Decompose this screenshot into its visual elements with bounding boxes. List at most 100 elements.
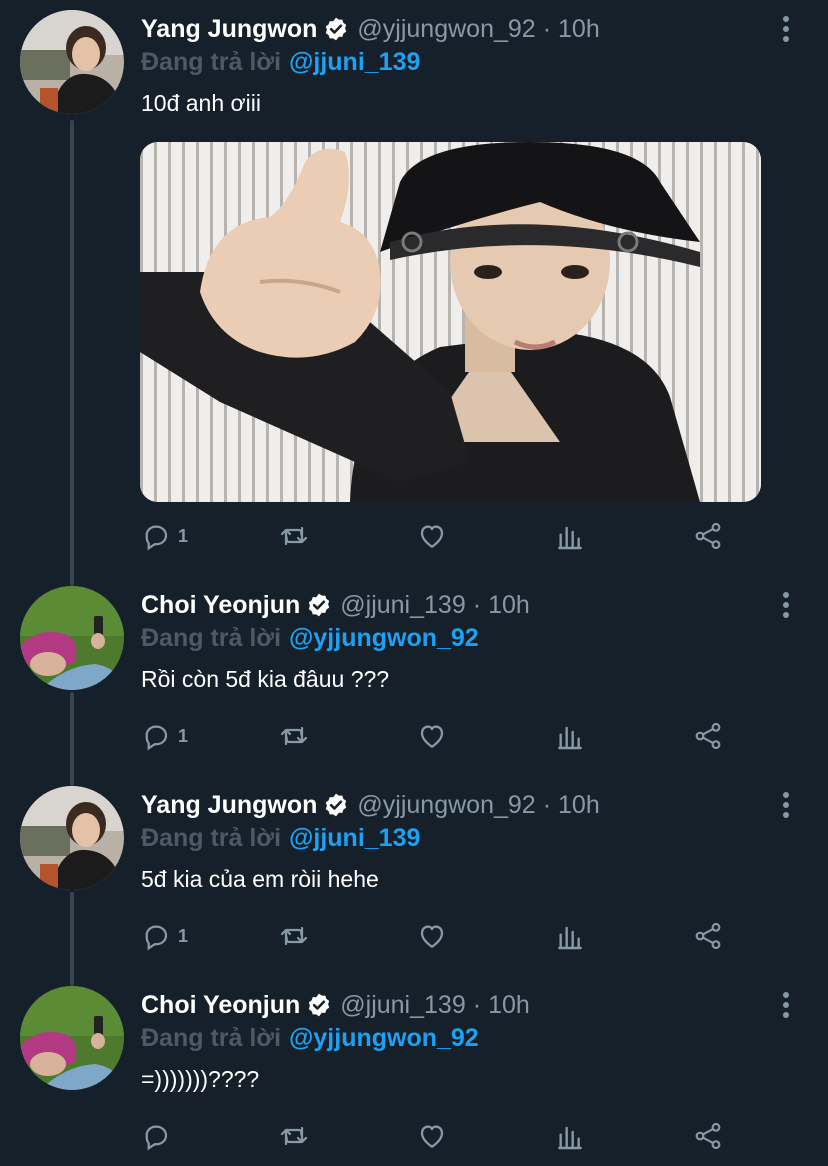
tweet-text: Rồi còn 5đ kia đâuu ??? xyxy=(141,666,390,692)
retweet-icon xyxy=(278,920,310,952)
tweet[interactable]: Choi Yeonjun @jjuni_139 · 10h Đang trả l… xyxy=(0,580,828,780)
user-handle[interactable]: @yjjungwon_92 xyxy=(357,791,535,820)
analytics-icon xyxy=(554,920,586,952)
replying-to-label: Đang trả lời xyxy=(141,823,282,852)
reply-icon xyxy=(140,920,172,952)
retweet-button[interactable] xyxy=(278,1116,310,1156)
reply-button[interactable]: 1 xyxy=(140,716,188,756)
analytics-button[interactable] xyxy=(554,516,586,556)
timestamp[interactable]: 10h xyxy=(558,791,600,820)
like-icon xyxy=(416,520,448,552)
tweet-text: 10đ anh ơiii xyxy=(141,90,261,116)
verified-badge-icon xyxy=(323,16,349,42)
more-options-icon[interactable] xyxy=(772,985,800,1025)
avatar[interactable] xyxy=(20,986,124,1090)
separator-dot: · xyxy=(542,790,552,819)
replying-to: Đang trả lời @yjjungwon_92 xyxy=(141,1021,479,1055)
tweet-header: Choi Yeonjun @jjuni_139 · 10h xyxy=(141,588,530,622)
tweet-header: Choi Yeonjun @jjuni_139 · 10h xyxy=(141,988,530,1022)
reply-count: 1 xyxy=(178,525,189,546)
like-button[interactable] xyxy=(416,716,448,756)
timestamp[interactable]: 10h xyxy=(488,591,530,620)
tweet[interactable]: Choi Yeonjun @jjuni_139 · 10h Đang trả l… xyxy=(0,980,828,1166)
display-name[interactable]: Choi Yeonjun xyxy=(141,591,300,620)
mention-link[interactable]: @jjuni_139 xyxy=(289,824,420,853)
retweet-button[interactable] xyxy=(278,716,310,756)
avatar[interactable] xyxy=(20,586,124,690)
reply-icon xyxy=(140,520,172,552)
share-button[interactable] xyxy=(692,716,724,756)
tweet-image[interactable] xyxy=(140,142,761,502)
retweet-icon xyxy=(278,520,310,552)
mention-link[interactable]: @jjuni_139 xyxy=(289,48,420,77)
share-icon xyxy=(692,720,724,752)
like-button[interactable] xyxy=(416,1116,448,1156)
more-options-icon[interactable] xyxy=(772,9,800,49)
separator-dot: · xyxy=(472,590,482,619)
like-icon xyxy=(416,1120,448,1152)
more-options-icon[interactable] xyxy=(772,785,800,825)
share-icon xyxy=(692,920,724,952)
timestamp[interactable]: 10h xyxy=(488,991,530,1020)
avatar[interactable] xyxy=(20,786,124,890)
share-icon xyxy=(692,520,724,552)
verified-badge-icon xyxy=(323,792,349,818)
mention-link[interactable]: @yjjungwon_92 xyxy=(289,624,479,653)
replying-to: Đang trả lời @jjuni_139 xyxy=(141,45,420,79)
like-button[interactable] xyxy=(416,916,448,956)
tweet-actions xyxy=(140,1116,740,1156)
tweet-text: =)))))))???? xyxy=(141,1066,260,1092)
analytics-button[interactable] xyxy=(554,716,586,756)
analytics-icon xyxy=(554,1120,586,1152)
replying-to-label: Đang trả lời xyxy=(141,1023,282,1052)
analytics-icon xyxy=(554,720,586,752)
reply-button[interactable]: 1 xyxy=(140,916,188,956)
tweet-header: Yang Jungwon @yjjungwon_92 · 10h xyxy=(141,788,600,822)
reply-icon xyxy=(140,1120,172,1152)
retweet-button[interactable] xyxy=(278,916,310,956)
mention-link[interactable]: @yjjungwon_92 xyxy=(289,1024,479,1053)
retweet-icon xyxy=(278,720,310,752)
verified-badge-icon xyxy=(306,992,332,1018)
like-icon xyxy=(416,920,448,952)
analytics-icon xyxy=(554,520,586,552)
share-button[interactable] xyxy=(692,1116,724,1156)
share-button[interactable] xyxy=(692,916,724,956)
share-button[interactable] xyxy=(692,516,724,556)
tweet-actions: 1 xyxy=(140,716,740,756)
replying-to-label: Đang trả lời xyxy=(141,47,282,76)
analytics-button[interactable] xyxy=(554,916,586,956)
avatar[interactable] xyxy=(20,10,124,114)
like-icon xyxy=(416,720,448,752)
reply-button[interactable] xyxy=(140,1116,172,1156)
separator-dot: · xyxy=(472,990,482,1019)
user-handle[interactable]: @jjuni_139 xyxy=(340,591,465,620)
more-options-icon[interactable] xyxy=(772,585,800,625)
display-name[interactable]: Choi Yeonjun xyxy=(141,991,300,1020)
verified-badge-icon xyxy=(306,592,332,618)
tweet-actions: 1 xyxy=(140,916,740,956)
replying-to-label: Đang trả lời xyxy=(141,623,282,652)
share-icon xyxy=(692,1120,724,1152)
replying-to: Đang trả lời @jjuni_139 xyxy=(141,821,420,855)
like-button[interactable] xyxy=(416,516,448,556)
retweet-button[interactable] xyxy=(278,516,310,556)
timestamp[interactable]: 10h xyxy=(558,15,600,44)
replying-to: Đang trả lời @yjjungwon_92 xyxy=(141,621,479,655)
reply-count: 1 xyxy=(178,925,189,946)
reply-icon xyxy=(140,720,172,752)
user-handle[interactable]: @jjuni_139 xyxy=(340,991,465,1020)
display-name[interactable]: Yang Jungwon xyxy=(141,15,317,44)
display-name[interactable]: Yang Jungwon xyxy=(141,791,317,820)
user-handle[interactable]: @yjjungwon_92 xyxy=(357,15,535,44)
retweet-icon xyxy=(278,1120,310,1152)
tweet-actions: 1 xyxy=(140,516,740,556)
reply-button[interactable]: 1 xyxy=(140,516,188,556)
tweet[interactable]: Yang Jungwon @yjjungwon_92 · 10h Đang tr… xyxy=(0,0,828,580)
tweet-text: 5đ kia của em ròii hehe xyxy=(141,866,379,892)
reply-count: 1 xyxy=(178,725,189,746)
tweet[interactable]: Yang Jungwon @yjjungwon_92 · 10h Đang tr… xyxy=(0,780,828,980)
separator-dot: · xyxy=(542,14,552,43)
analytics-button[interactable] xyxy=(554,1116,586,1156)
tweet-header: Yang Jungwon @yjjungwon_92 · 10h xyxy=(141,12,600,46)
